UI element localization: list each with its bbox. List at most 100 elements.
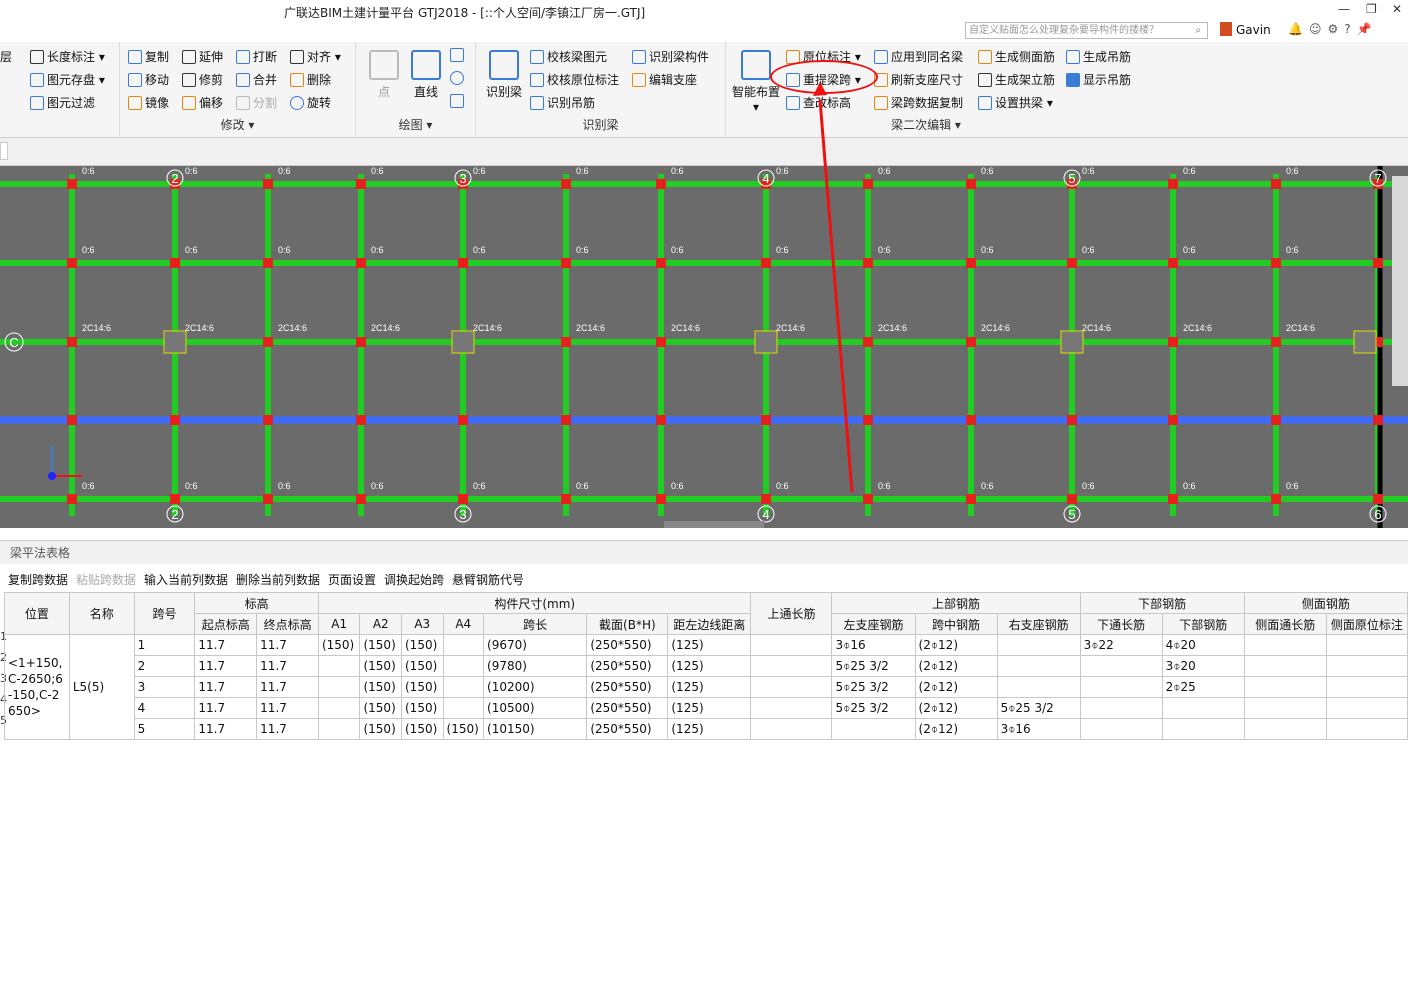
close-button[interactable]: ✕ xyxy=(1392,2,1402,16)
table-cell[interactable]: (150) xyxy=(401,634,444,656)
table-cell[interactable] xyxy=(1079,718,1163,740)
table-cell[interactable]: 2⌽25 xyxy=(1161,676,1245,698)
save-element-button[interactable]: 图元存盘 ▾ xyxy=(30,71,105,88)
table-cell[interactable]: (2⌽12) xyxy=(914,718,998,740)
table-cell[interactable] xyxy=(442,697,485,719)
check-elevation-button[interactable]: 查改标高 xyxy=(786,94,851,111)
table-cell[interactable]: (150) xyxy=(359,655,402,677)
layer-menu[interactable]: 层 xyxy=(0,48,12,65)
table-cell[interactable] xyxy=(750,676,833,698)
table-cell[interactable]: (250*550) xyxy=(586,634,669,656)
table-cell[interactable] xyxy=(1243,718,1327,740)
table-cell[interactable] xyxy=(317,676,361,698)
table-cell[interactable]: (150) xyxy=(442,718,485,740)
table-cell[interactable]: 11.7 xyxy=(256,634,319,656)
table-cell[interactable]: (2⌽12) xyxy=(914,634,998,656)
copy-span-data[interactable]: 复制跨数据 xyxy=(8,571,68,588)
delete-button[interactable]: 删除 xyxy=(290,71,331,88)
table-cell[interactable] xyxy=(1161,718,1245,740)
table-cell[interactable]: (10150) xyxy=(483,718,588,740)
delete-column-data[interactable]: 删除当前列数据 xyxy=(236,571,320,588)
name-cell[interactable]: L5(5) xyxy=(68,634,135,740)
apply-same-beam-button[interactable]: 应用到同名梁 xyxy=(874,48,963,65)
table-cell[interactable]: 5⌽25 3/2 xyxy=(996,697,1081,719)
view-tab[interactable] xyxy=(0,142,8,160)
point-button[interactable]: 点 xyxy=(360,50,408,100)
arc-button[interactable] xyxy=(450,48,467,62)
table-cell[interactable]: (2⌽12) xyxy=(914,655,998,677)
table-cell[interactable] xyxy=(442,676,485,698)
circle-button[interactable] xyxy=(450,71,467,85)
table-cell[interactable] xyxy=(1325,718,1408,740)
table-cell[interactable] xyxy=(750,718,833,740)
table-cell[interactable]: (250*550) xyxy=(586,697,669,719)
beam-edit-group-title[interactable]: 梁二次编辑 ▾ xyxy=(726,116,1126,133)
table-cell[interactable] xyxy=(996,634,1081,656)
refresh-support-button[interactable]: 刷新支座尺寸 xyxy=(874,71,963,88)
extend-button[interactable]: 延伸 xyxy=(182,48,223,65)
trim-button[interactable]: 修剪 xyxy=(182,71,223,88)
split-button[interactable]: 分割 xyxy=(236,94,277,111)
gen-erect-bar-button[interactable]: 生成架立筋 xyxy=(978,71,1055,88)
table-cell[interactable]: (250*550) xyxy=(586,655,669,677)
align-button[interactable]: 对齐 ▾ xyxy=(290,48,341,65)
table-cell[interactable] xyxy=(996,655,1081,677)
table-cell[interactable] xyxy=(1243,634,1327,656)
draw-group-title[interactable]: 绘图 ▾ xyxy=(356,116,475,133)
table-cell[interactable]: 3⌽20 xyxy=(1161,655,1245,677)
table-cell[interactable] xyxy=(317,655,361,677)
table-cell[interactable]: 5 xyxy=(133,718,196,740)
rect-button[interactable] xyxy=(450,94,467,108)
copy-span-data-button[interactable]: 梁跨数据复制 xyxy=(874,94,963,111)
table-cell[interactable]: 5⌽25 3/2 xyxy=(831,676,916,698)
show-hanger-checkbox[interactable]: 显示吊筋 xyxy=(1066,71,1131,88)
table-cell[interactable]: 4⌽20 xyxy=(1161,634,1245,656)
table-cell[interactable] xyxy=(750,655,833,677)
table-cell[interactable]: 3⌽16 xyxy=(831,634,916,656)
table-cell[interactable]: (10200) xyxy=(483,676,588,698)
table-cell[interactable]: (150) xyxy=(401,697,444,719)
table-cell[interactable] xyxy=(1079,697,1163,719)
table-cell[interactable]: 3⌽22 xyxy=(1079,634,1163,656)
table-cell[interactable]: (150) xyxy=(317,634,361,656)
drawing-canvas[interactable]: 2 3 4 5 7 2 3 4 5 6 C 0:6 0:6 2C14:6 0:6 0:6 0:6 2C14:6 0:… xyxy=(0,166,1408,528)
table-cell[interactable]: (125) xyxy=(667,676,752,698)
set-arch-beam-button[interactable]: 设置拱梁 ▾ xyxy=(978,94,1053,111)
modify-group-title[interactable]: 修改 ▾ xyxy=(120,116,355,133)
table-cell[interactable]: 4 xyxy=(133,697,196,719)
move-button[interactable]: 移动 xyxy=(128,71,169,88)
paste-span-data[interactable]: 粘贴跨数据 xyxy=(76,571,136,588)
table-row[interactable]: <1+150,C-2650;6-150,C-2650> L5(5) 1 11.7 11.… xyxy=(4,634,1408,740)
table-cell[interactable]: (10500) xyxy=(483,697,588,719)
table-cell[interactable]: 11.7 xyxy=(194,676,258,698)
restore-button[interactable]: ❐ xyxy=(1366,2,1377,16)
table-cell[interactable]: 11.7 xyxy=(194,655,258,677)
table-cell[interactable]: (150) xyxy=(359,718,402,740)
cantilever-code[interactable]: 悬臂钢筋代号 xyxy=(452,571,524,588)
table-cell[interactable] xyxy=(442,655,485,677)
table-row[interactable]: 2 11.7 11.7 (150) (150) (9780) (250*550) (125) 5… xyxy=(5,655,1408,677)
table-cell[interactable]: 11.7 xyxy=(194,718,258,740)
table-cell[interactable] xyxy=(1243,697,1327,719)
minimize-button[interactable]: — xyxy=(1338,2,1350,16)
table-cell[interactable] xyxy=(750,634,833,656)
table-cell[interactable]: (9780) xyxy=(483,655,588,677)
table-cell[interactable]: (125) xyxy=(667,718,752,740)
table-cell[interactable]: (2⌽12) xyxy=(914,676,998,698)
table-cell[interactable] xyxy=(996,676,1081,698)
table-cell[interactable] xyxy=(1079,655,1163,677)
position-cell[interactable]: <1+150,C-2650;6-150,C-2650> xyxy=(4,634,70,740)
table-cell[interactable]: (150) xyxy=(401,676,444,698)
mirror-button[interactable]: 镜像 xyxy=(128,94,169,111)
table-cell[interactable]: (250*550) xyxy=(586,718,669,740)
edit-support-button[interactable]: 编辑支座 xyxy=(632,71,697,88)
table-cell[interactable]: (125) xyxy=(667,697,752,719)
table-cell[interactable]: 5⌽25 3/2 xyxy=(831,697,916,719)
table-cell[interactable]: 11.7 xyxy=(194,634,258,656)
table-cell[interactable] xyxy=(1325,676,1408,698)
table-cell[interactable]: 1 xyxy=(133,634,196,656)
identify-hanger-button[interactable]: 识别吊筋 xyxy=(530,94,595,111)
gen-hanger-button[interactable]: 生成吊筋 xyxy=(1066,48,1131,65)
table-cell[interactable] xyxy=(1325,634,1408,656)
table-cell[interactable]: 11.7 xyxy=(256,655,319,677)
